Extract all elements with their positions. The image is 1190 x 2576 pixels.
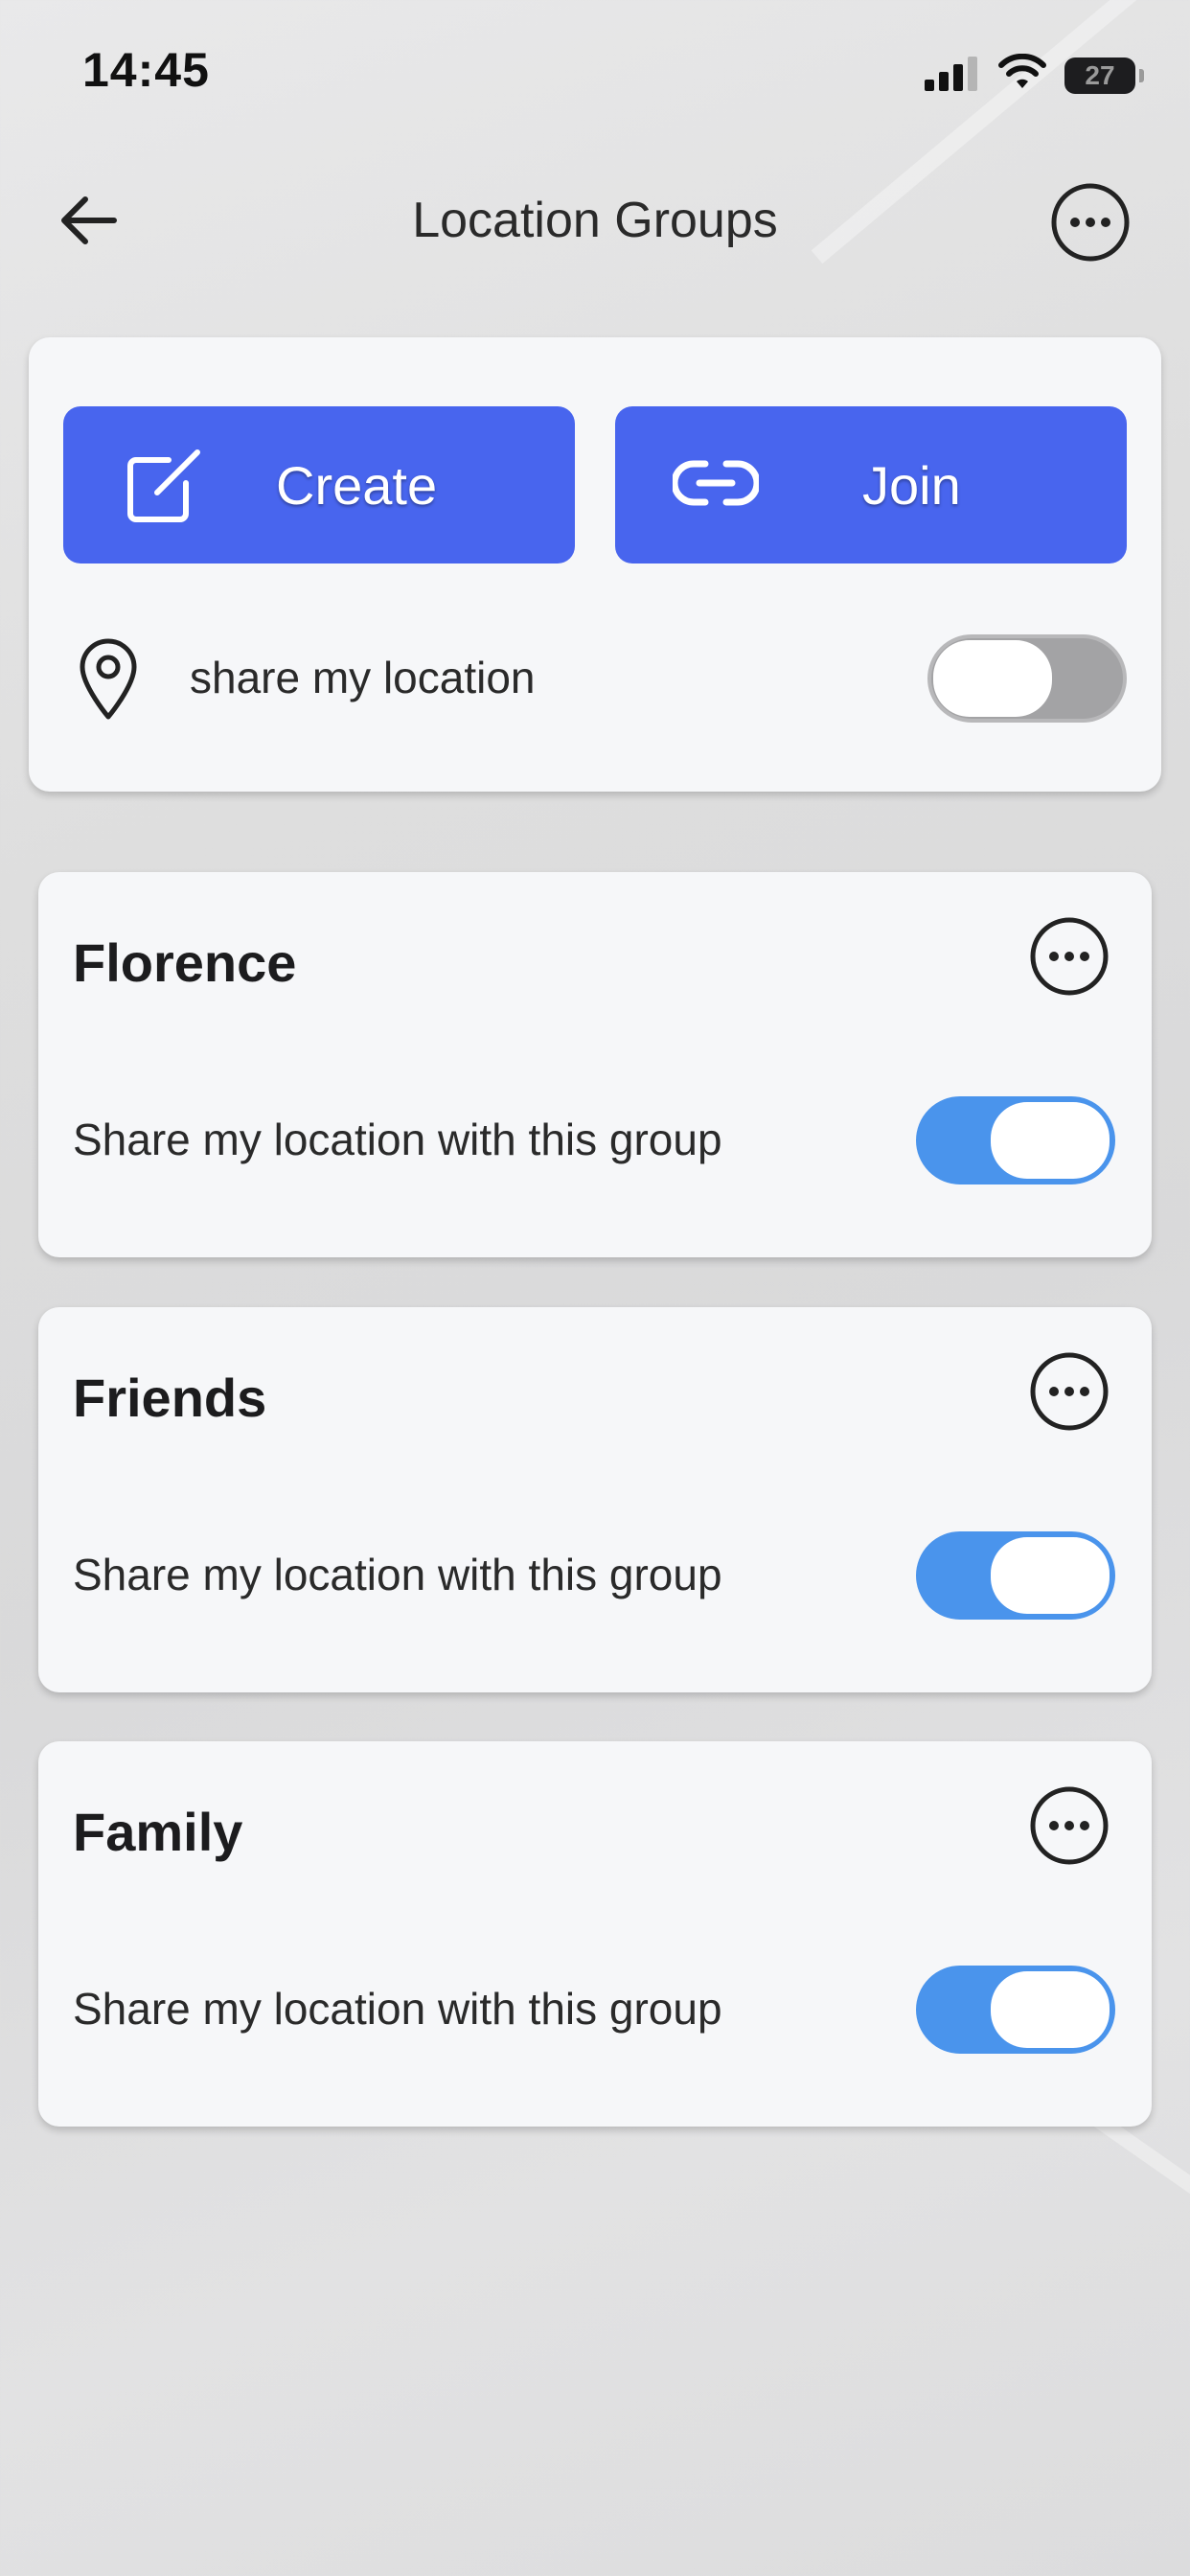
group-share-toggle[interactable] xyxy=(916,1531,1115,1620)
group-share-toggle[interactable] xyxy=(916,1096,1115,1184)
group-name: Family xyxy=(73,1802,243,1862)
battery-level: 27 xyxy=(1085,59,1115,90)
toggle-knob xyxy=(933,640,1052,717)
more-horizontal-icon xyxy=(1029,1786,1110,1870)
more-horizontal-icon xyxy=(1029,917,1110,1000)
share-my-location-toggle[interactable] xyxy=(927,634,1127,723)
share-my-location-label: share my location xyxy=(190,653,536,702)
toggle-knob xyxy=(991,1971,1110,2048)
create-button[interactable]: Create xyxy=(63,406,575,564)
status-bar: 14:45 27 xyxy=(0,0,1190,144)
status-icons: 27 xyxy=(925,53,1144,97)
status-time: 14:45 xyxy=(82,43,210,97)
group-more-button[interactable] xyxy=(1029,1785,1110,1866)
battery-icon: 27 xyxy=(1064,57,1135,94)
share-my-location-row: share my location xyxy=(29,625,1161,740)
toggle-knob xyxy=(991,1102,1110,1179)
group-card-family: Family Share my location with this group xyxy=(38,1741,1152,2127)
group-card-friends: Friends Share my location with this grou… xyxy=(38,1307,1152,1692)
join-button[interactable]: Join xyxy=(615,406,1127,564)
more-horizontal-icon xyxy=(1029,1352,1110,1436)
wifi-icon xyxy=(997,53,1047,97)
group-share-label: Share my location with this group xyxy=(73,1550,722,1599)
group-name: Friends xyxy=(73,1368,267,1428)
page-title: Location Groups xyxy=(412,193,778,248)
more-horizontal-icon xyxy=(1050,183,1131,266)
create-button-label: Create xyxy=(276,455,438,516)
map-pin-icon xyxy=(75,636,142,727)
toggle-knob xyxy=(991,1537,1110,1614)
link-icon xyxy=(671,458,761,513)
group-card-florence: Florence Share my location with this gro… xyxy=(38,872,1152,1257)
actions-card: Create Join share my location xyxy=(29,337,1161,792)
battery-cap xyxy=(1139,68,1144,82)
group-share-label: Share my location with this group xyxy=(73,1115,722,1164)
edit-square-icon xyxy=(123,447,205,530)
join-button-label: Join xyxy=(862,455,961,516)
group-name: Florence xyxy=(73,932,297,993)
header-more-button[interactable] xyxy=(1050,182,1131,263)
signal-icon xyxy=(925,55,980,96)
group-more-button[interactable] xyxy=(1029,1351,1110,1432)
group-share-toggle[interactable] xyxy=(916,1966,1115,2054)
group-share-label: Share my location with this group xyxy=(73,1984,722,2034)
header: Location Groups xyxy=(0,163,1190,278)
group-more-button[interactable] xyxy=(1029,916,1110,997)
